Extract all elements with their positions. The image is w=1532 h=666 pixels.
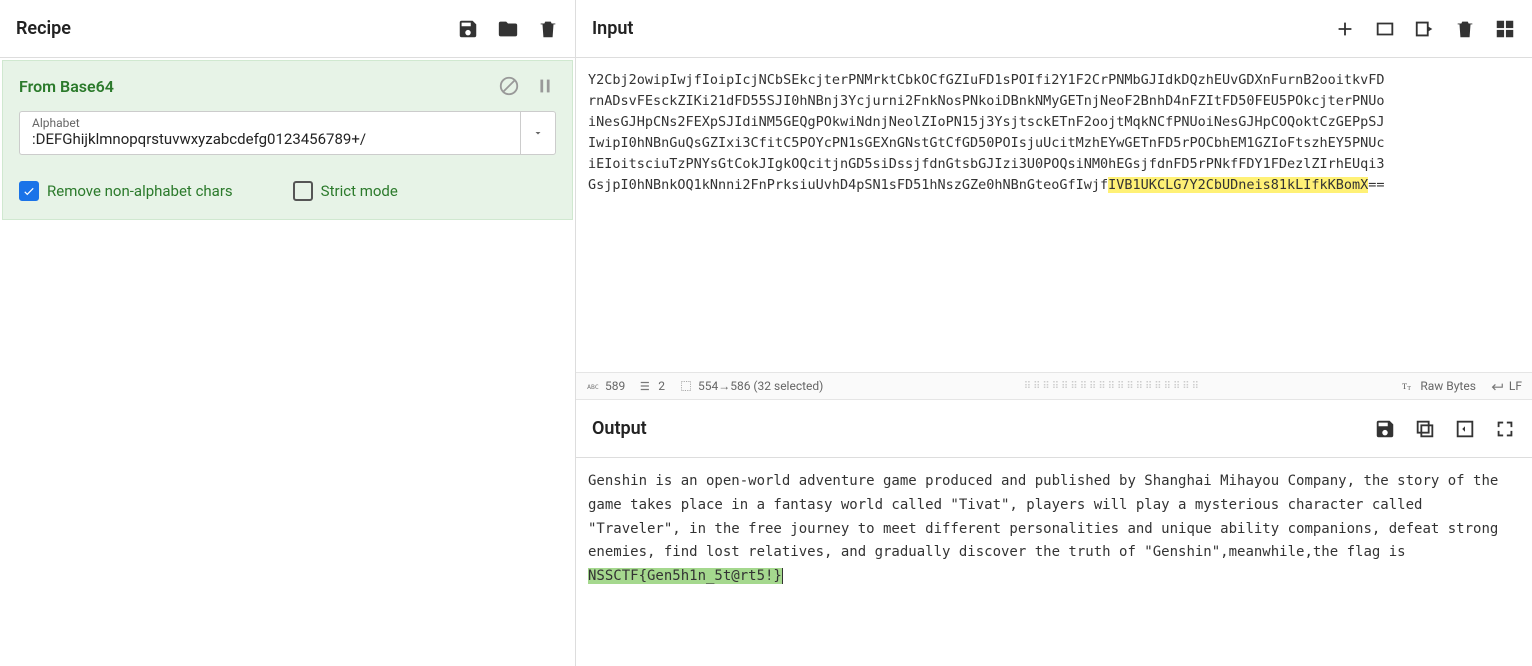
open-folder-icon[interactable] <box>1374 18 1396 40</box>
alphabet-field-row: Alphabet :DEFGhijklmnopqrstuvwxyzabcdefg… <box>19 111 556 155</box>
output-textarea[interactable]: Genshin is an open-world adventure game … <box>576 458 1532 666</box>
checkbox-checked-icon <box>19 181 39 201</box>
input-line: GsjpI0hNBnkOQ1kNnni2FnPrksiuUvhD4pSN1sFD… <box>588 177 1108 193</box>
right-pane: Input Y2Cbj2owipIwjfIoipIcjNCbSE <box>576 0 1532 666</box>
svg-text:ABC: ABC <box>587 383 599 391</box>
input-line: iNesGJHpCNs2FEXpSJIdiNM5GEQgPOkwiNdnjNeo… <box>588 114 1385 130</box>
add-input-icon[interactable] <box>1334 18 1356 40</box>
input-header: Input <box>576 0 1532 58</box>
input-title: Input <box>592 18 633 39</box>
recipe-header: Recipe <box>0 0 575 58</box>
input-textarea[interactable]: Y2Cbj2owipIwjfIoipIcjNCbSEkcjterPNMrktCb… <box>576 58 1532 372</box>
open-file-icon[interactable] <box>1414 18 1436 40</box>
copy-output-icon[interactable] <box>1414 418 1436 440</box>
output-header: Output <box>576 400 1532 458</box>
alphabet-label: Alphabet <box>32 116 508 130</box>
svg-text:T: T <box>1408 386 1412 392</box>
input-highlight: IVB1UKCLG7Y2CbUDneis81kLIfkKBomX <box>1108 177 1368 193</box>
input-line: Y2Cbj2owipIwjfIoipIcjNCbSEkcjterPNMrktCb… <box>588 72 1385 88</box>
recipe-pane: Recipe From Base64 <box>0 0 576 666</box>
checkbox-unchecked-icon <box>293 181 313 201</box>
alphabet-dropdown-button[interactable] <box>520 111 556 155</box>
output-body: Genshin is an open-world adventure game … <box>588 473 1498 560</box>
remove-non-alpha-label: Remove non-alphabet chars <box>47 182 233 200</box>
output-header-icons <box>1374 418 1516 440</box>
strict-mode-label: Strict mode <box>321 182 398 200</box>
input-line: iEIoitsciuTzPNYsGtCokJIgkOQcitjnGD5siDss… <box>588 156 1385 172</box>
load-recipe-icon[interactable] <box>497 18 519 40</box>
pause-operation-icon[interactable] <box>534 75 556 97</box>
alphabet-field[interactable]: Alphabet :DEFGhijklmnopqrstuvwxyzabcdefg… <box>19 111 520 155</box>
save-output-icon[interactable] <box>1374 418 1396 440</box>
eol-selector[interactable]: LF <box>1490 379 1522 393</box>
char-count: ABC 589 <box>586 379 625 393</box>
output-title: Output <box>592 418 647 439</box>
replace-input-icon[interactable] <box>1454 418 1476 440</box>
operation-header: From Base64 <box>19 75 556 97</box>
recipe-title: Recipe <box>16 18 71 39</box>
input-status-bar: ABC 589 2 554→586 (32 selected) ⠿⠿⠿⠿⠿⠿⠿⠿… <box>576 372 1532 400</box>
input-header-icons <box>1334 18 1516 40</box>
strict-mode-checkbox[interactable]: Strict mode <box>293 181 398 201</box>
checkbox-row: Remove non-alphabet chars Strict mode <box>19 173 556 201</box>
drag-handle[interactable]: ⠿⠿⠿⠿⠿⠿⠿⠿⠿⠿⠿⠿⠿⠿⠿⠿⠿⠿⠿ <box>837 381 1387 392</box>
input-line: rnADsvFEsckZIKi21dFD55SJI0hNBnj3Ycjurni2… <box>588 93 1385 109</box>
remove-non-alpha-checkbox[interactable]: Remove non-alphabet chars <box>19 181 233 201</box>
recipe-header-icons <box>457 18 559 40</box>
line-count: 2 <box>639 379 665 393</box>
input-trailing: == <box>1368 177 1384 193</box>
input-section: Input Y2Cbj2owipIwjfIoipIcjNCbSE <box>576 0 1532 400</box>
selection-info: 554→586 (32 selected) <box>679 379 823 393</box>
svg-text:T: T <box>1402 382 1407 391</box>
operation-block-from-base64: From Base64 Alphabet :DEFGhijklmnopqrstu… <box>2 60 573 220</box>
maximize-output-icon[interactable] <box>1494 418 1516 440</box>
input-line: IwipI0hNBnGuQsGZIxi3CfitC5POYcPN1sGEXnGN… <box>588 135 1385 151</box>
reset-layout-icon[interactable] <box>1494 18 1516 40</box>
save-recipe-icon[interactable] <box>457 18 479 40</box>
operation-title: From Base64 <box>19 77 114 96</box>
alphabet-value: :DEFGhijklmnopqrstuvwxyzabcdefg012345678… <box>32 130 508 148</box>
output-cursor <box>782 568 783 584</box>
clear-input-icon[interactable] <box>1454 18 1476 40</box>
disable-operation-icon[interactable] <box>498 75 520 97</box>
output-section: Output Genshin is an open-world adventur… <box>576 400 1532 666</box>
encoding-selector[interactable]: TT Raw Bytes <box>1401 379 1476 393</box>
delete-recipe-icon[interactable] <box>537 18 559 40</box>
output-flag-highlight: NSSCTF{Gen5h1n_5t@rt5!} <box>588 568 782 584</box>
operation-icons <box>498 75 556 97</box>
